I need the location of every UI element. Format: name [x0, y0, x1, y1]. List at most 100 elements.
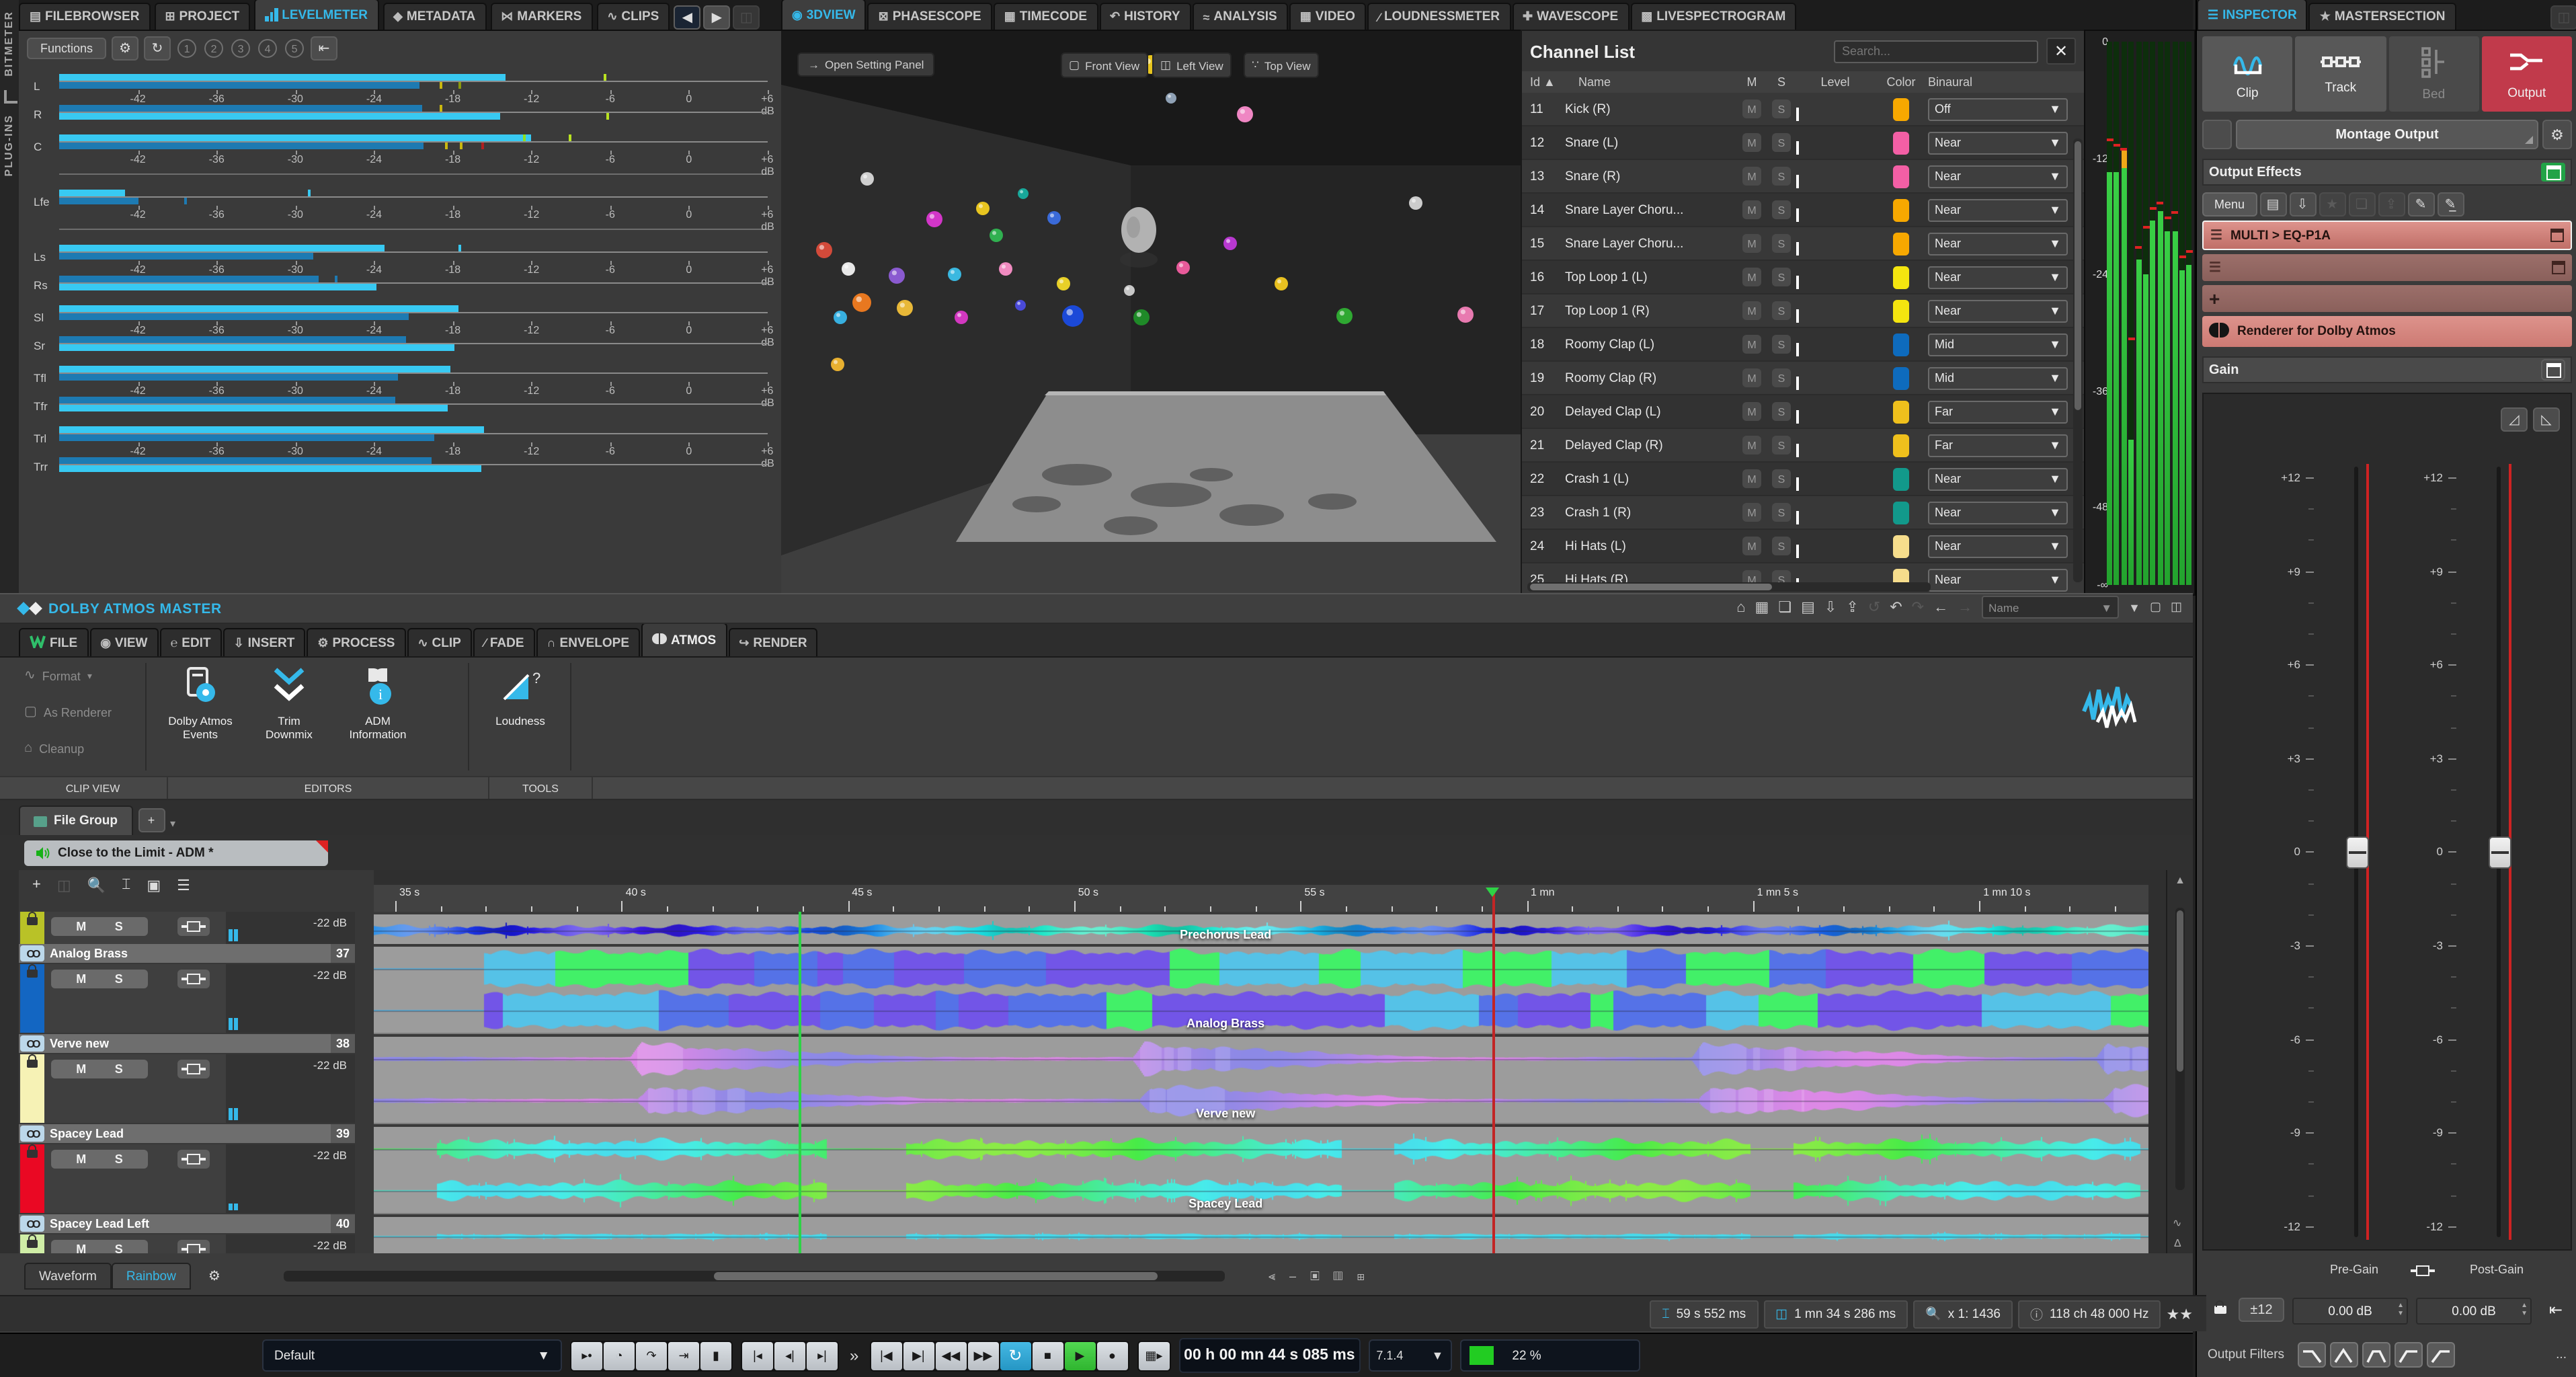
audio-object-6[interactable] — [1018, 188, 1029, 199]
mode-output[interactable]: Output — [2481, 36, 2572, 112]
name-filter-dropdown[interactable]: Name ▼ — [1982, 596, 2120, 619]
lane-Analog Brass-0[interactable] — [374, 944, 2148, 992]
binaural-dropdown[interactable]: Mid ▼ — [1928, 366, 2068, 389]
inspector-tab-inspector[interactable]: ☰ INSPECTOR — [2197, 0, 2308, 30]
reset-meters-icon[interactable]: ⇤ — [311, 36, 338, 61]
reset-gain-icon[interactable]: ⇤ — [2549, 1300, 2563, 1319]
route-button[interactable] — [177, 917, 210, 936]
functions-button[interactable]: Functions — [27, 38, 107, 59]
audio-object-17[interactable] — [1015, 300, 1026, 311]
timeline-hscrollbar[interactable] — [283, 1271, 1225, 1282]
spinner-icons[interactable]: ▲ ▼ — [2397, 1302, 2404, 1318]
color-chip[interactable] — [1893, 165, 1909, 188]
bottom-right-icons[interactable]: ⪡ ‒ ▣ ▥ ⊞ — [1269, 1269, 1370, 1282]
mode-clip[interactable]: Clip — [2202, 36, 2293, 112]
side-tab-bitmeter[interactable]: BITMETER — [3, 11, 15, 77]
mute-solo-buttons[interactable]: MS — [51, 917, 148, 936]
solo-button[interactable]: S — [1772, 268, 1791, 286]
timeline-ruler[interactable]: 35 s 40 s 45 s 50 s 55 s 1 mn 1 mn 5 s 1 mn 10 … — [374, 885, 2148, 913]
binaural-dropdown[interactable]: Near ▼ — [1928, 568, 2068, 591]
audio-object-13[interactable] — [852, 293, 871, 312]
tab-levelmeter[interactable]: LEVELMETER — [254, 0, 379, 30]
color-chip[interactable] — [1893, 501, 1909, 524]
meter-settings-gear-icon[interactable]: ⚙ — [112, 36, 139, 61]
track-color-chip[interactable] — [20, 964, 44, 1033]
vertical-scrollbar[interactable] — [2073, 139, 2083, 582]
mute-button[interactable]: M — [1742, 100, 1761, 118]
audio-object-12[interactable] — [999, 262, 1012, 276]
solo-button[interactable]: S — [1772, 368, 1791, 387]
binaural-dropdown[interactable]: Near ▼ — [1928, 232, 2068, 255]
audio-object-8[interactable] — [816, 242, 832, 258]
post-gain-fader[interactable] — [2489, 836, 2511, 869]
lane-Spacey Lead Left-0[interactable] — [374, 1214, 2148, 1253]
col-binaural[interactable]: Binaural — [1928, 75, 2070, 89]
edit-cursor[interactable] — [799, 912, 801, 1253]
channel-row-23[interactable]: 23 Crash 1 (R) M S Near ▼ — [1522, 496, 2084, 530]
tab-3dview[interactable]: ◉ 3DVIEW — [781, 0, 867, 30]
ramp-up-icon[interactable]: ◿ — [2501, 407, 2528, 432]
marker-play-button[interactable]: ▸• — [571, 1341, 602, 1370]
mute-solo-buttons[interactable]: MS — [51, 1150, 148, 1169]
lane-Verve new-1[interactable] — [374, 1078, 2148, 1124]
open-icon[interactable]: ▤ — [1801, 598, 1815, 616]
preset-5[interactable]: 5 — [285, 39, 305, 58]
tab-metadata[interactable]: ◆ METADATA — [383, 3, 487, 30]
color-chip[interactable] — [1893, 299, 1909, 322]
ruler-icon[interactable]: ☰ — [177, 876, 190, 894]
spinner-icons[interactable]: ▲ ▼ — [2521, 1302, 2528, 1318]
mute-solo-buttons[interactable]: MS — [51, 1060, 148, 1078]
top-view-button[interactable]: ∵ Top View — [1244, 52, 1319, 78]
ribbon-tab-render[interactable]: ↪ RENDER — [728, 628, 818, 656]
transport-preset-dropdown[interactable]: Default ▼ — [262, 1339, 562, 1372]
mute-button[interactable]: M — [1742, 268, 1761, 286]
tab-scroll-right-icon[interactable]: ▶ — [703, 5, 731, 30]
audio-object-2[interactable] — [1166, 93, 1176, 104]
preset-1[interactable]: 1 — [177, 39, 197, 58]
gear-icon[interactable]: ⚙ — [2542, 120, 2572, 149]
audio-object-15[interactable] — [834, 311, 847, 324]
tab-phasescope[interactable]: ⊠ PHASESCOPE — [867, 3, 992, 30]
audio-object-4[interactable] — [926, 211, 942, 227]
mute-button[interactable]: M — [1742, 335, 1761, 354]
track-scrollbar[interactable] — [2175, 908, 2185, 1190]
audio-object-27[interactable] — [1457, 307, 1474, 323]
pre-gain-value[interactable]: 0.00 dB ▲ ▼ — [2292, 1298, 2408, 1325]
post-gain-value[interactable]: 0.00 dB ▲ ▼ — [2416, 1298, 2532, 1325]
mute-button[interactable]: M — [1742, 436, 1761, 455]
color-chip[interactable] — [1893, 535, 1909, 557]
import-icon[interactable]: ⇩ — [2289, 192, 2317, 217]
audio-object-28[interactable] — [831, 358, 844, 371]
channel-row-13[interactable]: 13 Snare (R) M S Near ▼ — [1522, 160, 2084, 194]
route-button[interactable] — [177, 1240, 210, 1253]
pencil-lines-icon[interactable]: ✎̲ — [2437, 192, 2464, 217]
color-chip[interactable] — [1893, 366, 1909, 389]
folder-open-icon[interactable]: ▤ — [2259, 192, 2287, 217]
binaural-dropdown[interactable]: Far ▼ — [1928, 400, 2068, 423]
tab-analysis[interactable]: ≈ ANALYSIS — [1192, 3, 1288, 30]
binaural-dropdown[interactable]: Off ▼ — [1928, 97, 2068, 120]
effect-slot-1[interactable]: ☰ — [2202, 254, 2572, 281]
binaural-dropdown[interactable]: Near ▼ — [1928, 165, 2068, 188]
binaural-dropdown[interactable]: Near ▼ — [1928, 535, 2068, 557]
left-view-button[interactable]: ◫ Left View — [1152, 52, 1232, 78]
mute-button[interactable]: M — [1742, 301, 1761, 320]
solo-button[interactable]: S — [1772, 200, 1791, 219]
audio-format-box[interactable]: ⓘ 118 ch 48 000 Hz — [2017, 1300, 2161, 1328]
timecode-display[interactable]: 00 h 00 mn 44 s 085 ms — [1178, 1338, 1361, 1373]
audio-object-26[interactable] — [1409, 196, 1422, 210]
track-color-chip[interactable] — [20, 1144, 44, 1213]
preset-3[interactable]: 3 — [231, 39, 251, 58]
ribbon-tab-insert[interactable]: ⇩ INSERT — [223, 628, 306, 656]
route-button[interactable] — [177, 1060, 210, 1078]
go-start-button[interactable]: |◀ — [871, 1341, 902, 1370]
panel-icon[interactable]: ▣ — [147, 876, 161, 894]
routing-dropdown[interactable]: Montage Output — [2236, 120, 2538, 149]
output-filter-2[interactable] — [2362, 1342, 2391, 1368]
mute-button[interactable]: M — [1742, 537, 1761, 555]
marker-tool-icon[interactable]: Δ — [2174, 1237, 2181, 1249]
fade-button[interactable]: ↷ — [636, 1341, 667, 1370]
binaural-dropdown[interactable]: Far ▼ — [1928, 434, 2068, 457]
tab-filebrowser[interactable]: ▤ FILEBROWSER — [19, 3, 151, 30]
stop-button[interactable]: ■ — [1032, 1341, 1063, 1370]
